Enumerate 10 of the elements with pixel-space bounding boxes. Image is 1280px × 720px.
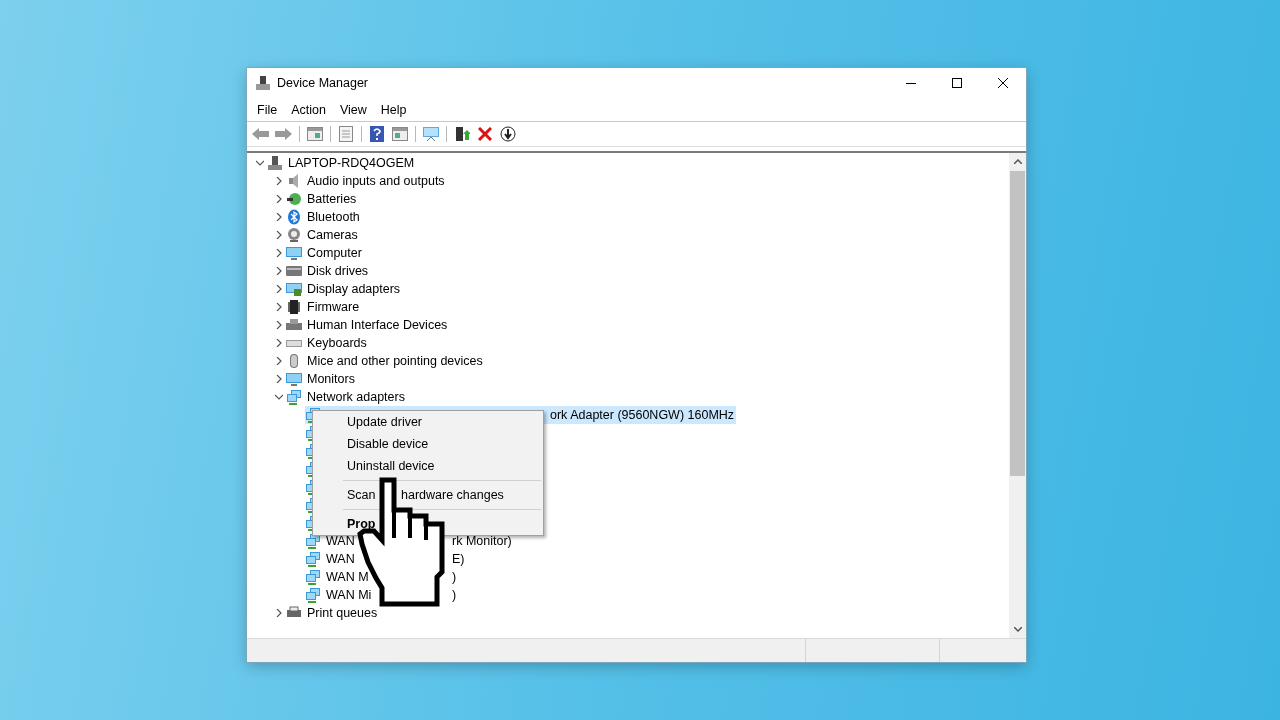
tree-item-label: ): [451, 570, 457, 584]
tree-item-label: WAN M: [325, 570, 369, 584]
tree-item-label: WAN Mi: [325, 588, 372, 602]
tree-item-label: WAN: [325, 534, 355, 548]
tree-item-label: E): [451, 552, 465, 566]
tree-item-label: WAN: [325, 552, 355, 566]
tree-item-label: ): [451, 588, 457, 602]
window-title: Device Manager: [277, 76, 369, 90]
tree-item-label: ork Adapter (9560NGW) 160MHz: [549, 408, 735, 422]
tree-item-label: rk Monitor): [451, 534, 512, 548]
